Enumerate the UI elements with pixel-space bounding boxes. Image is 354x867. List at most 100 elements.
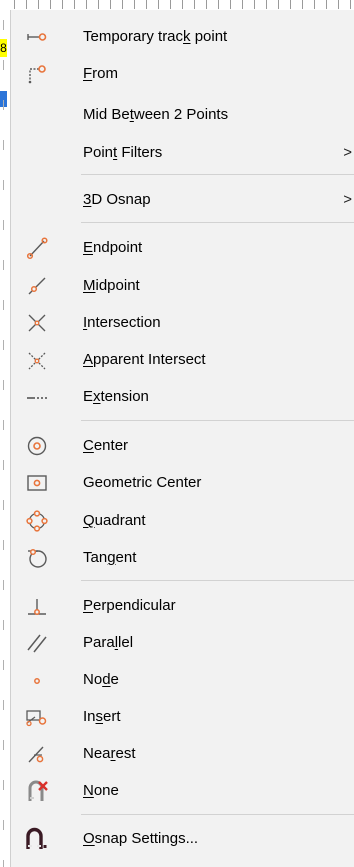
ruler-tick [74, 0, 75, 9]
edge-tick [3, 260, 4, 270]
none-icon [25, 779, 49, 803]
submenu-arrow-icon: > [343, 144, 352, 161]
menu-item-quadrant[interactable]: Quadrant [11, 507, 354, 535]
ruler-tick [314, 0, 315, 9]
menu-item-parallel[interactable]: Parallel [11, 629, 354, 657]
extension-icon [25, 385, 49, 409]
edge-tick [3, 500, 4, 510]
menu-item-midpoint[interactable]: Midpoint [11, 272, 354, 300]
ruler-tick [62, 0, 63, 9]
edge-tick [3, 700, 4, 710]
menu-item-extension[interactable]: Extension [11, 383, 354, 411]
edge-tick [3, 140, 4, 150]
ruler-tick [26, 0, 27, 9]
menu-item-label: From [83, 65, 119, 82]
endpoint-icon [25, 236, 49, 260]
ruler-tick [14, 0, 15, 9]
menu-item-apparent-intersect[interactable]: Apparent Intersect [11, 346, 354, 374]
ruler-tick [218, 0, 219, 9]
ruler-tick [38, 0, 39, 9]
screen: 8 Temporary track point From Mid Between… [0, 0, 354, 867]
temporary-track-point-icon [25, 25, 49, 49]
ruler-tick [350, 0, 351, 9]
ruler-tick [206, 0, 207, 9]
edge-tick [3, 100, 4, 110]
geometric-center-icon [25, 471, 49, 495]
edge-tick [3, 820, 4, 830]
insert-icon [25, 705, 49, 729]
menu-item-endpoint[interactable]: Endpoint [11, 234, 354, 262]
menu-item-label: Geometric Center [83, 474, 202, 491]
edge-tick [3, 340, 4, 350]
menu-separator [81, 580, 354, 581]
ruler-tick [254, 0, 255, 9]
menu-item-intersection[interactable]: Intersection [11, 309, 354, 337]
menu-item-point-filters[interactable]: Point Filters > [11, 139, 354, 167]
ruler-tick [122, 0, 123, 9]
menu-item-node[interactable]: Node [11, 666, 354, 694]
edge-tick [3, 460, 4, 470]
edge-tick [3, 860, 4, 867]
menu-item-label: Extension [83, 388, 149, 405]
menu-item-label: Osnap Settings... [83, 830, 199, 847]
menu-item-label: Perpendicular [83, 597, 176, 614]
ruler-tick [278, 0, 279, 9]
menu-separator [81, 174, 354, 175]
menu-item-label: Intersection [83, 314, 161, 331]
ruler-tick [110, 0, 111, 9]
edge-tick [3, 180, 4, 190]
from-icon [25, 62, 49, 86]
menu-item-label: Center [83, 437, 129, 454]
menu-item-temporary-track-point[interactable]: Temporary track point [11, 23, 354, 51]
perpendicular-icon [25, 594, 49, 618]
osnap-settings-icon [25, 827, 49, 851]
ruler-tick [338, 0, 339, 9]
ruler-tick [158, 0, 159, 9]
ruler-tick [326, 0, 327, 9]
menu-item-perpendicular[interactable]: Perpendicular [11, 592, 354, 620]
menu-item-label: Point Filters [83, 144, 163, 161]
ruler-tick [230, 0, 231, 9]
ruler-tick [134, 0, 135, 9]
menu-item-center[interactable]: Center [11, 432, 354, 460]
menu-item-osnap-settings[interactable]: Osnap Settings... [11, 825, 354, 853]
menu-item-geometric-center[interactable]: Geometric Center [11, 469, 354, 497]
menu-item-tangent[interactable]: Tangent [11, 544, 354, 572]
edge-tick [3, 620, 4, 630]
edge-tick [3, 740, 4, 750]
edge-tick [3, 300, 4, 310]
menu-separator [81, 814, 354, 815]
edge-tick [3, 660, 4, 670]
menu-item-mid-between-2-points[interactable]: Mid Between 2 Points [11, 101, 354, 129]
edge-tick [3, 380, 4, 390]
menu-item-label: Temporary track point [83, 28, 228, 45]
menu-item-label: Tangent [83, 549, 137, 566]
menu-item-nearest[interactable]: Nearest [11, 740, 354, 768]
menu-item-3d-osnap[interactable]: 3D Osnap > [11, 186, 354, 214]
quadrant-icon [25, 509, 49, 533]
ruler-tick [266, 0, 267, 9]
menu-item-insert[interactable]: Insert [11, 703, 354, 731]
menu-item-from[interactable]: From [11, 60, 354, 88]
ruler-tick [86, 0, 87, 9]
ruler-tick [242, 0, 243, 9]
tangent-icon [25, 546, 49, 570]
menu-item-label: Node [83, 671, 119, 688]
menu-item-label: Apparent Intersect [83, 351, 206, 368]
parallel-icon [25, 631, 49, 655]
left-edge-strip: 8 [0, 0, 10, 867]
ruler-tick [50, 0, 51, 9]
intersection-icon [25, 311, 49, 335]
edge-tick [3, 20, 4, 30]
menu-item-none[interactable]: None [11, 777, 354, 805]
midpoint-icon [25, 274, 49, 298]
menu-item-label: 3D Osnap [83, 191, 151, 208]
menu-item-label: Parallel [83, 634, 134, 651]
menu-item-label: Quadrant [83, 512, 146, 529]
center-icon [25, 434, 49, 458]
ruler-tick [98, 0, 99, 9]
edge-tick [3, 540, 4, 550]
edge-tick [3, 220, 4, 230]
menu-item-label: Endpoint [83, 239, 143, 256]
edge-yellow-marker: 8 [0, 39, 7, 57]
